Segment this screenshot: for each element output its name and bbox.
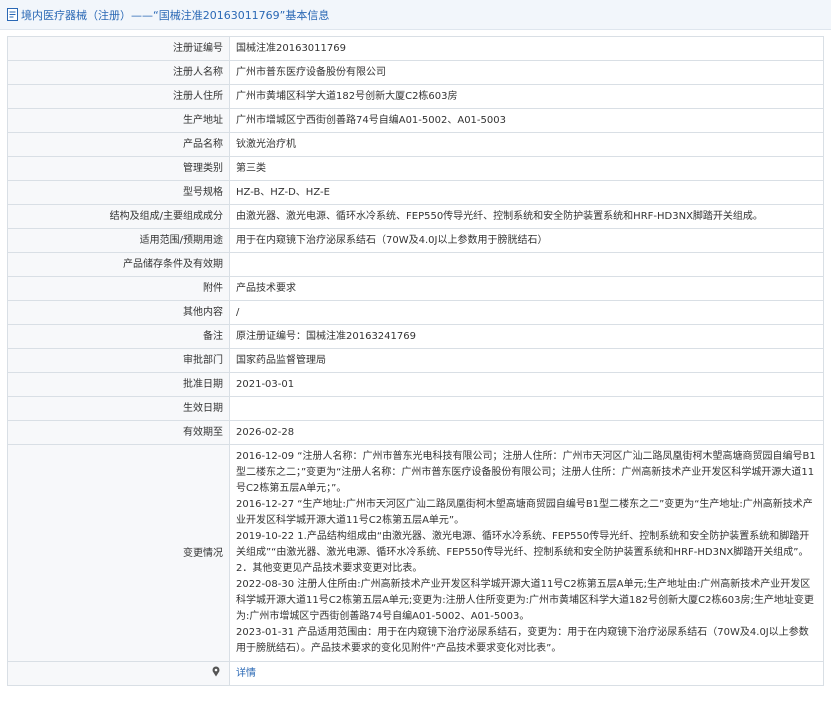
change-entry: 2016-12-27 “生产地址:广州市天河区广汕二路凤凰街柯木塱高塘商贸园自编… [236, 499, 813, 526]
field-label: 产品名称 [7, 132, 230, 157]
field-label: 备注 [7, 324, 230, 349]
table-row: 审批部门 国家药品监督管理局 [7, 348, 824, 373]
table-row: 注册人名称 广州市普东医疗设备股份有限公司 [7, 60, 824, 85]
detail-table: 注册证编号 国械注准20163011769 注册人名称 广州市普东医疗设备股份有限公司… [7, 36, 824, 686]
field-label: 生效日期 [7, 396, 230, 421]
field-value: 用于在内窥镜下治疗泌尿系结石（70W及4.0J以上参数用于膀胱结石） [229, 228, 824, 253]
table-row: 有效期至 2026-02-28 [7, 420, 824, 445]
change-entry: 2022-08-30 注册人住所由:广州高新技术产业开发区科学城开源大道11号C… [236, 579, 814, 622]
document-icon [7, 8, 18, 21]
field-label: 生产地址 [7, 108, 230, 133]
table-row: 结构及组成/主要组成成分 由激光器、激光电源、循环水冷系统、FEP550传导光纤、… [7, 204, 824, 229]
field-label: 其他内容 [7, 300, 230, 325]
table-row: 备注 原注册证编号：国械注准20163241769 [7, 324, 824, 349]
table-row: 管理类别 第三类 [7, 156, 824, 181]
field-value: HZ-B、HZ-D、HZ-E [229, 180, 824, 205]
field-value: 广州市黄埔区科学大道182号创新大厦C2栋603房 [229, 84, 824, 109]
table-row: 适用范围/预期用途 用于在内窥镜下治疗泌尿系结石（70W及4.0J以上参数用于膀胱… [7, 228, 824, 253]
field-label: 附件 [7, 276, 230, 301]
field-label: 变更情况 [7, 444, 230, 662]
footer-label [7, 661, 230, 686]
change-entry: 2016-12-09 “注册人名称：广州市普东光电科技有限公司；注册人住所：广州… [236, 451, 816, 494]
field-value [229, 396, 824, 421]
field-label: 注册人名称 [7, 60, 230, 85]
table-row: 注册人住所 广州市黄埔区科学大道182号创新大厦C2栋603房 [7, 84, 824, 109]
table-row: 其他内容 / [7, 300, 824, 325]
field-value [229, 252, 824, 277]
table-row: 注册证编号 国械注准20163011769 [7, 36, 824, 61]
table-row: 产品储存条件及有效期 [7, 252, 824, 277]
table-row-changes: 变更情况 2016-12-09 “注册人名称：广州市普东光电科技有限公司；注册人住… [7, 444, 824, 662]
field-label: 批准日期 [7, 372, 230, 397]
page-title: 境内医疗器械（注册）——“国械注准20163011769”基本信息 [21, 8, 330, 22]
field-label: 型号规格 [7, 180, 230, 205]
field-value: 国械注准20163011769 [229, 36, 824, 61]
map-pin-icon [212, 666, 220, 677]
field-value: 原注册证编号：国械注准20163241769 [229, 324, 824, 349]
change-entry: 2023-01-31 产品适用范围由：用于在内窥镜下治疗泌尿系结石，变更为：用于… [236, 627, 809, 654]
table-row: 批准日期 2021-03-01 [7, 372, 824, 397]
change-history: 2016-12-09 “注册人名称：广州市普东光电科技有限公司；注册人住所：广州… [229, 444, 824, 662]
detail-link[interactable]: 详情 [236, 668, 256, 679]
table-row: 产品名称 钬激光治疗机 [7, 132, 824, 157]
page-header: 境内医疗器械（注册）——“国械注准20163011769”基本信息 [0, 0, 831, 30]
field-value: 第三类 [229, 156, 824, 181]
table-row: 型号规格 HZ-B、HZ-D、HZ-E [7, 180, 824, 205]
table-row-footer: 详情 [7, 661, 824, 686]
field-label: 注册人住所 [7, 84, 230, 109]
field-value: 由激光器、激光电源、循环水冷系统、FEP550传导光纤、控制系统和安全防护装置系… [229, 204, 824, 229]
table-row: 附件 产品技术要求 [7, 276, 824, 301]
field-value: 产品技术要求 [229, 276, 824, 301]
table-row: 生效日期 [7, 396, 824, 421]
field-label: 产品储存条件及有效期 [7, 252, 230, 277]
table-row: 生产地址 广州市增城区宁西街创善路74号自编A01-5002、A01-5003 [7, 108, 824, 133]
footer-value: 详情 [229, 661, 824, 686]
field-label: 管理类别 [7, 156, 230, 181]
field-value: 国家药品监督管理局 [229, 348, 824, 373]
field-label: 结构及组成/主要组成成分 [7, 204, 230, 229]
field-label: 有效期至 [7, 420, 230, 445]
change-entry: 2．其他变更见产品技术要求变更对比表。 [236, 563, 423, 574]
field-value: 广州市普东医疗设备股份有限公司 [229, 60, 824, 85]
field-value: 2021-03-01 [229, 372, 824, 397]
field-label: 注册证编号 [7, 36, 230, 61]
field-value: 2026-02-28 [229, 420, 824, 445]
field-label: 审批部门 [7, 348, 230, 373]
field-value: 钬激光治疗机 [229, 132, 824, 157]
field-label: 适用范围/预期用途 [7, 228, 230, 253]
field-value: / [229, 300, 824, 325]
change-entry: 2019-10-22 1.产品结构组成由“由激光器、激光电源、循环水冷系统、FE… [236, 531, 810, 558]
field-value: 广州市增城区宁西街创善路74号自编A01-5002、A01-5003 [229, 108, 824, 133]
